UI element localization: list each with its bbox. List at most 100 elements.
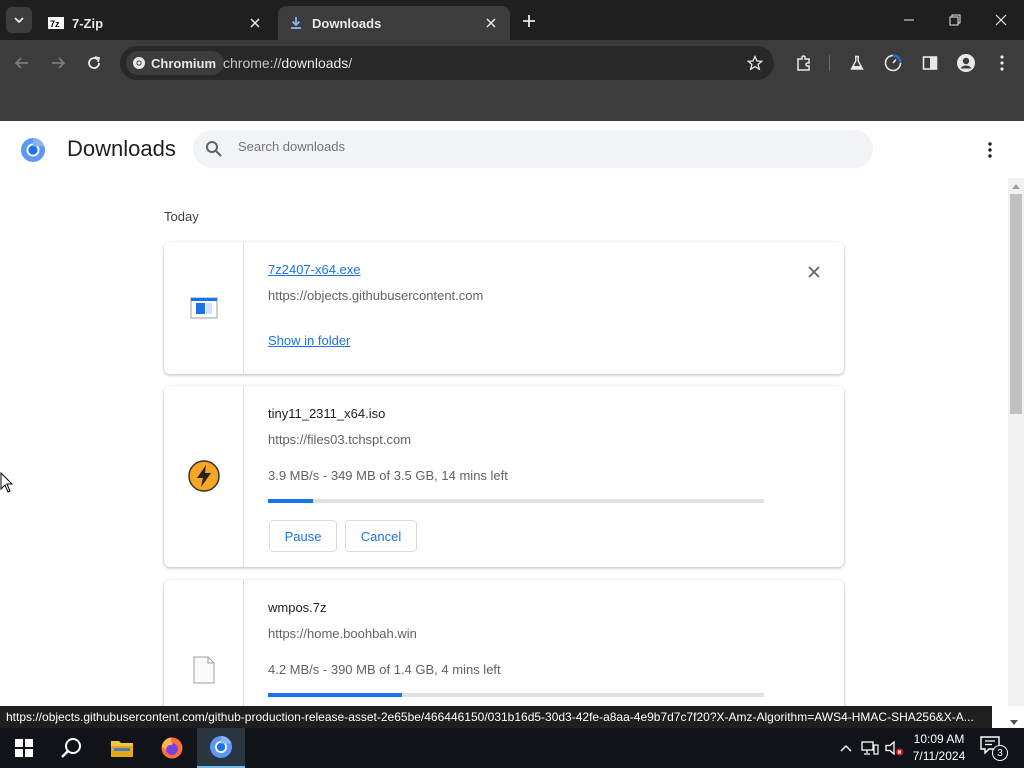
tab-title: Downloads [312,15,382,31]
download-icon [288,15,304,31]
extensions-button[interactable] [792,51,816,75]
folder-icon [111,741,133,757]
tab-7zip[interactable]: 7z 7-Zip [38,6,274,40]
lightning-file-icon [188,460,220,492]
site-info-chip[interactable]: Chromium [126,51,224,75]
download-item: 7z2407-x64.exe https://objects.githubuse… [164,242,844,374]
forward-button[interactable] [44,49,72,77]
firefox-icon [161,737,183,759]
progress-fill [268,499,313,503]
cancel-button[interactable]: Cancel [345,520,417,552]
new-tab-button[interactable] [518,10,540,32]
svg-text:7z: 7z [50,19,60,29]
download-filename: wmpos.7z [268,600,327,615]
firefox-button[interactable] [148,728,196,768]
file-icon-column [164,386,244,567]
download-progress-bar [268,499,764,503]
show-hidden-icons-button[interactable] [836,738,856,758]
page-menu-button[interactable] [978,138,1002,162]
download-source-url: https://files03.tchspt.com [268,432,412,447]
browser-toolbar: Chromium chrome://downloads/ [0,40,1024,86]
avatar-icon [957,54,975,72]
url-text[interactable]: chrome://downloads/ [223,55,352,71]
chevron-down-icon [14,17,24,24]
puzzle-icon [797,55,810,71]
more-vertical-icon [988,142,992,158]
reload-icon [88,56,101,69]
side-panel-icon [922,56,938,70]
download-source-url: https://home.boohbah.win [268,626,417,641]
bookmarks-bar [0,86,1024,121]
chromium-icon [210,735,232,758]
search-icon [61,738,81,758]
chevron-up-icon [840,745,852,752]
7zip-icon: 7z [48,15,64,31]
remove-download-button[interactable] [804,262,824,282]
labs-button[interactable] [845,51,869,75]
restore-button[interactable] [943,8,967,32]
file-icon-column [164,580,244,706]
search-button[interactable] [48,728,96,768]
close-tab-icon[interactable] [482,14,500,32]
scroll-up-arrow-icon[interactable] [1010,181,1022,191]
download-filename: tiny11_2311_x64.iso [268,406,386,421]
clock-time: 10:09 AM [913,732,965,746]
tab-search-button[interactable] [6,7,32,33]
performance-button[interactable] [881,51,905,75]
profile-button[interactable] [954,51,978,75]
file-icon-column [164,242,244,374]
volume-button[interactable] [884,738,904,758]
minimize-icon [904,19,914,21]
bookmark-star-button[interactable] [744,52,766,74]
show-in-folder-link[interactable]: Show in folder [268,333,350,348]
download-status: 3.9 MB/s - 349 MB of 3.5 GB, 14 mins lef… [268,468,508,483]
search-input[interactable] [238,139,838,154]
download-source-url: https://objects.githubusercontent.com [268,288,484,303]
taskbar-clock[interactable]: 10:09 AM 7/11/2024 [908,731,970,765]
tab-downloads[interactable]: Downloads [278,6,510,40]
arrow-left-icon [14,57,28,69]
chromium-taskbar-button[interactable] [197,728,245,768]
mouse-cursor-icon [0,471,14,499]
close-icon [995,14,1007,26]
browser-menu-button[interactable] [990,51,1014,75]
clock-date: 7/11/2024 [912,749,966,763]
speaker-muted-icon [885,740,903,756]
arrow-right-icon [52,57,66,69]
network-icon [861,741,879,755]
flask-icon [850,55,864,70]
file-explorer-button[interactable] [98,728,146,768]
plus-icon [523,15,535,27]
download-item: wmpos.7z https://home.boohbah.win 4.2 MB… [164,580,844,706]
address-bar[interactable]: Chromium chrome://downloads/ [120,46,774,80]
search-box[interactable] [193,130,873,168]
url-scheme: chrome:// [223,55,282,71]
download-filename-link[interactable]: 7z2407-x64.exe [268,262,361,277]
close-tab-icon[interactable] [246,14,264,32]
link-status-bar: https://objects.githubusercontent.com/gi… [0,706,992,728]
toolbar-divider [829,55,830,71]
pause-button[interactable]: Pause [269,520,337,552]
back-button[interactable] [8,49,36,77]
download-progress-bar [268,693,764,697]
date-section-label: Today [164,209,199,224]
speedometer-icon [884,54,902,72]
chromium-icon [133,57,145,69]
reload-button[interactable] [80,49,108,77]
start-button[interactable] [0,728,48,768]
page-title: Downloads [67,136,176,161]
close-window-button[interactable] [989,8,1013,32]
minimize-button[interactable] [897,8,921,32]
url-path: / [348,55,353,71]
network-button[interactable] [860,738,880,758]
url-host: downloads [281,55,349,71]
side-panel-button[interactable] [918,51,942,75]
scrollbar-thumb[interactable] [1010,194,1022,414]
restore-icon [949,14,961,26]
windows-logo-icon [15,739,33,757]
notification-count-badge: 3 [992,745,1008,761]
download-item: tiny11_2311_x64.iso https://files03.tchs… [164,386,844,567]
search-icon [206,141,222,157]
close-icon [808,266,820,278]
action-center-button[interactable]: 3 [980,736,1008,761]
